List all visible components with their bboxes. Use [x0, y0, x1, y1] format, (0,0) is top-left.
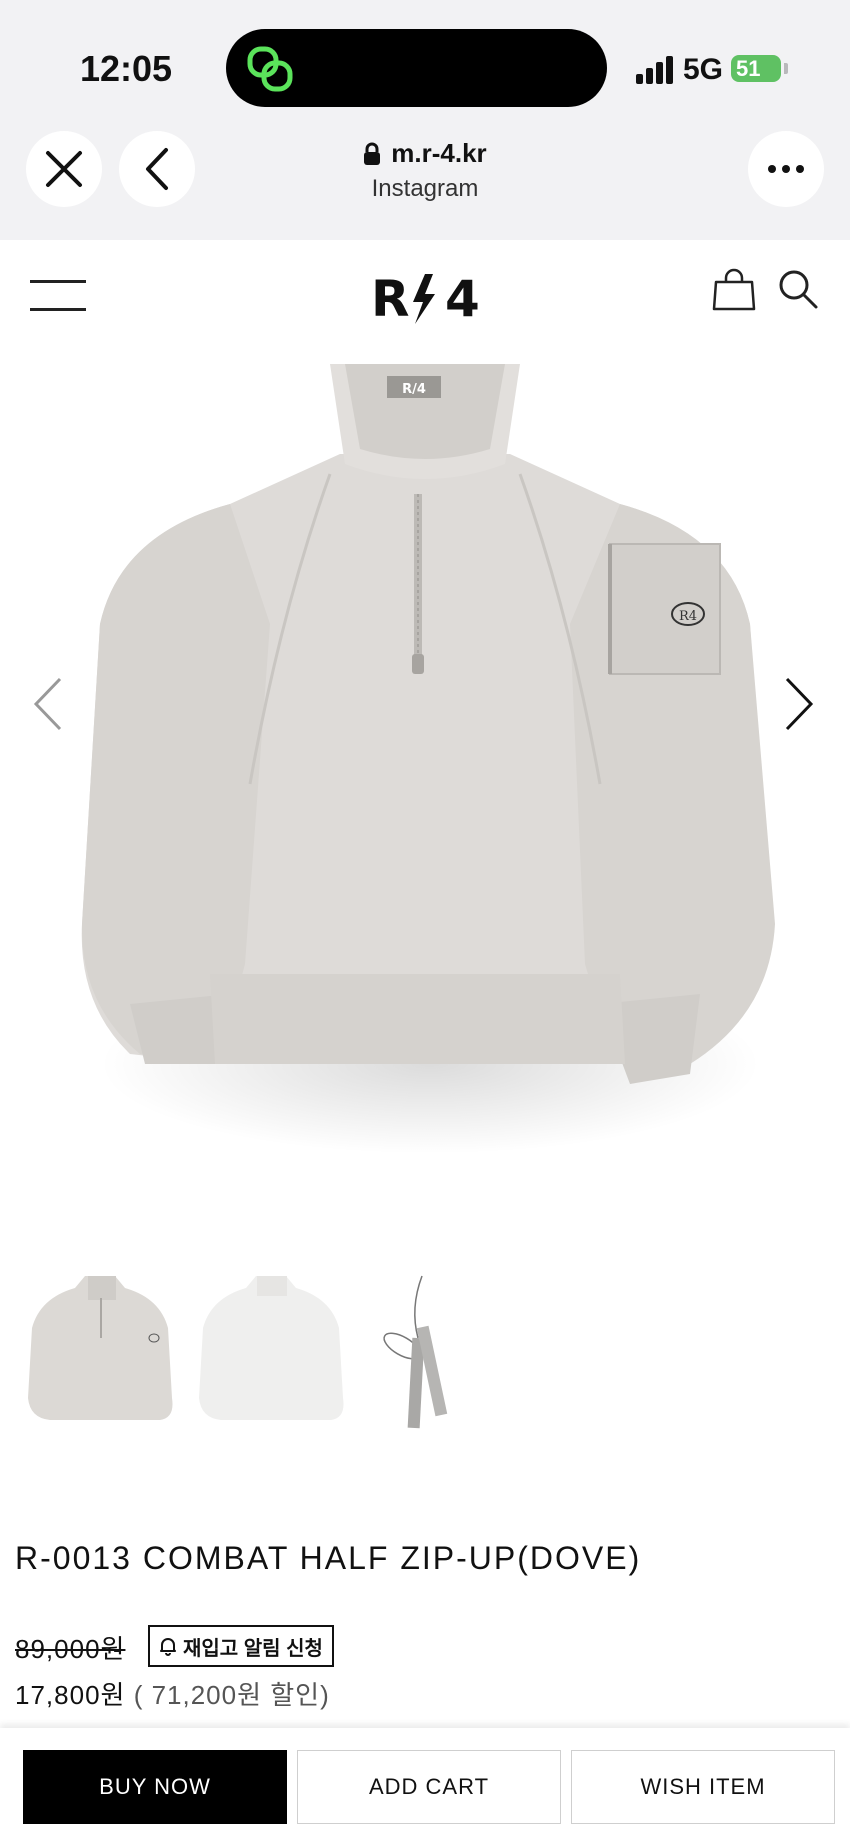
original-price: 89,000원	[15, 1634, 126, 1664]
product-title: R-0013 COMBAT HALF ZIP-UP(DOVE)	[15, 1540, 642, 1576]
dynamic-island	[226, 29, 607, 107]
svg-text:R: R	[371, 270, 410, 328]
url-domain: m.r-4.kr	[391, 138, 487, 168]
previous-image-arrow[interactable]	[30, 676, 64, 732]
sweatshirt-illustration: R/4 R4	[81, 364, 775, 1154]
product-main-image[interactable]: R/4 R4	[0, 364, 850, 1204]
bottom-action-bar: BUY NOW ADD CART WISH ITEM	[0, 1728, 850, 1848]
battery-level: 51	[736, 56, 761, 81]
restock-label: 재입고 알림 신청	[183, 1637, 323, 1660]
battery-tip	[784, 63, 788, 74]
collar-label-text: R/4	[402, 382, 426, 397]
browser-bar: m.r-4.kr Instagram	[0, 120, 850, 240]
status-time: 12:05	[80, 48, 173, 89]
close-button[interactable]	[26, 131, 102, 207]
url-source: Instagram	[371, 175, 479, 202]
discount-amount: ( 71,200원 할인)	[133, 1680, 330, 1710]
wish-item-button[interactable]: WISH ITEM	[571, 1750, 835, 1824]
shopping-bag-icon[interactable]	[710, 266, 758, 312]
sleeve-patch-text: R4	[679, 609, 697, 624]
lock-icon	[364, 142, 381, 165]
thumbnail-strip	[20, 1268, 533, 1438]
signal-icon	[636, 56, 674, 84]
back-button[interactable]	[119, 131, 195, 207]
buy-now-button[interactable]: BUY NOW	[23, 1750, 287, 1824]
next-image-arrow[interactable]	[783, 676, 817, 732]
battery-icon: 51	[731, 55, 781, 82]
search-icon[interactable]	[777, 268, 819, 310]
menu-icon[interactable]	[30, 280, 86, 312]
more-button[interactable]	[748, 131, 824, 207]
restock-alert-button[interactable]: 재입고 알림 신청	[148, 1625, 334, 1667]
thumbnail-back[interactable]	[191, 1268, 354, 1438]
close-icon	[46, 151, 82, 187]
site-header: R 4	[0, 240, 850, 350]
sale-price-line: 17,800원 ( 71,200원 할인)	[15, 1675, 330, 1712]
linked-rings-icon	[247, 46, 293, 92]
add-cart-button[interactable]: ADD CART	[297, 1750, 561, 1824]
thumbnail-tag-detail[interactable]	[362, 1268, 525, 1438]
thumbnail-front[interactable]	[20, 1268, 183, 1438]
sale-price: 17,800원	[15, 1680, 126, 1710]
brand-logo[interactable]: R 4	[365, 268, 495, 328]
svg-text:4: 4	[445, 270, 480, 328]
more-icon	[768, 165, 804, 173]
chevron-left-icon	[146, 148, 168, 190]
network-type: 5G	[683, 53, 724, 86]
bell-icon	[160, 1638, 176, 1656]
status-bar: 12:05 5G 51	[0, 0, 850, 120]
address-bar[interactable]: m.r-4.kr Instagram	[300, 138, 550, 203]
